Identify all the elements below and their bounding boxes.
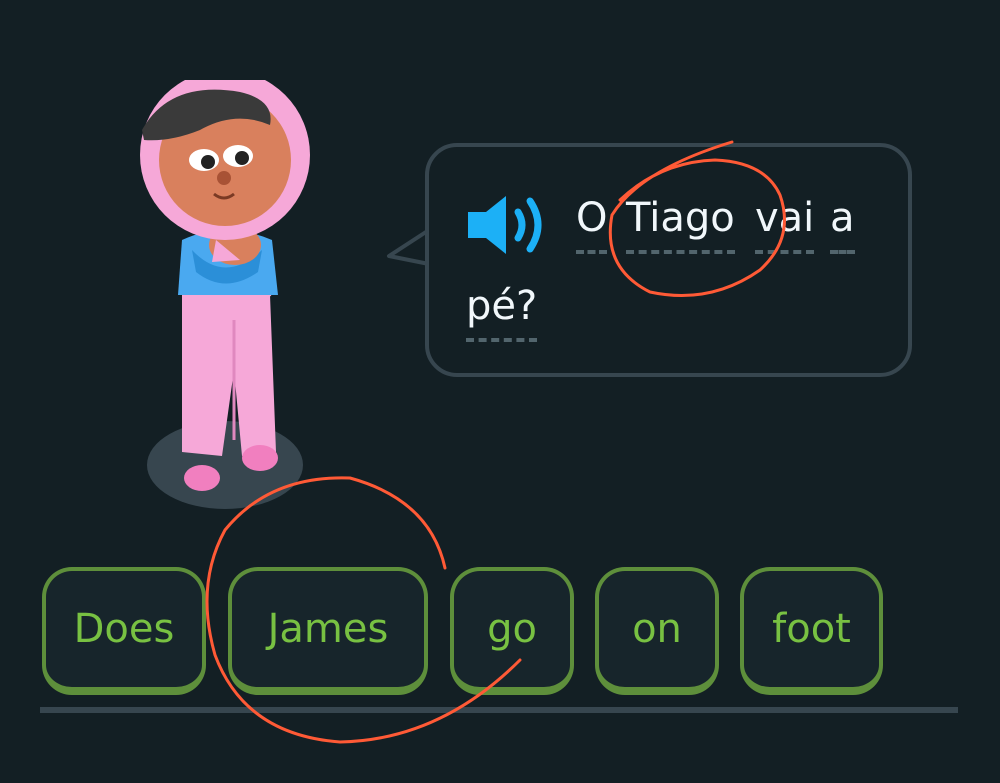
prompt-word[interactable]: vai (755, 194, 815, 254)
prompt-word[interactable]: Tiago (626, 194, 735, 254)
prompt-word[interactable]: a (830, 194, 855, 254)
word-chip-foot[interactable]: foot (740, 567, 883, 695)
word-chip-does[interactable]: Does (42, 567, 206, 695)
word-chip-on[interactable]: on (595, 567, 719, 695)
word-bank-baseline (40, 707, 958, 713)
character-illustration (140, 80, 310, 509)
prompt-word[interactable]: O (576, 194, 608, 254)
prompt-word[interactable]: pé? (466, 282, 538, 342)
word-chip-go[interactable]: go (450, 567, 574, 695)
lesson-screen: O Tiago vai a pé? Does James go on foot (0, 0, 1000, 783)
word-chip-james[interactable]: James (228, 567, 428, 695)
speaker-volume-icon[interactable] (462, 192, 552, 258)
